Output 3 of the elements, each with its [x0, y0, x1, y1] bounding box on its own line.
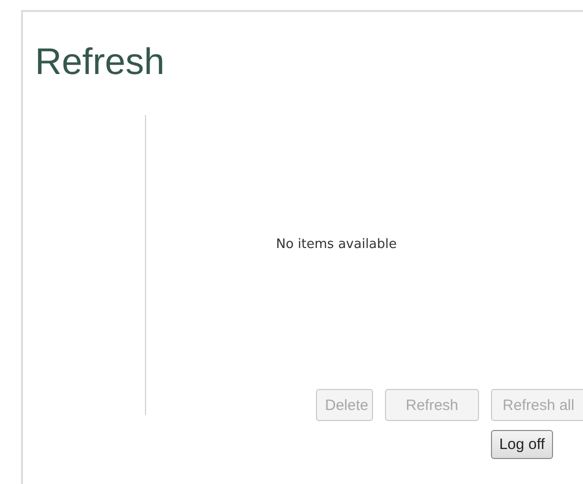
- log-off-button[interactable]: Log off: [491, 430, 553, 459]
- page-title: Refresh: [34, 40, 166, 84]
- empty-message: No items available: [276, 237, 398, 252]
